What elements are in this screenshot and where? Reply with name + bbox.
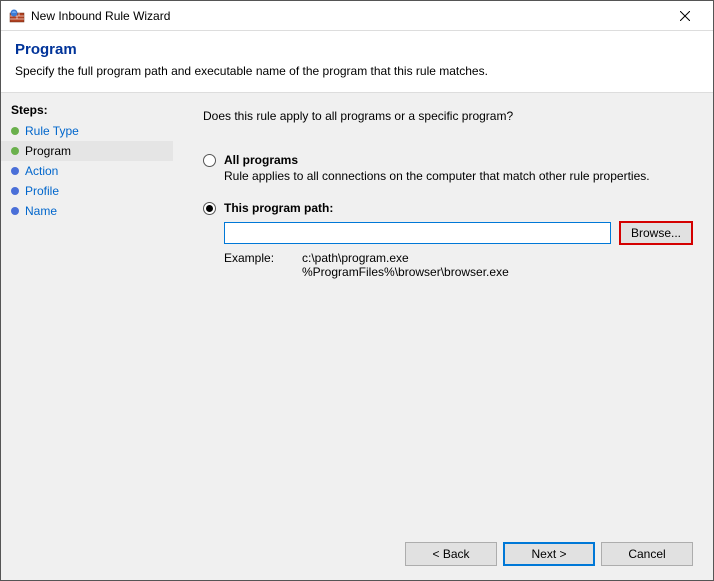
main-question: Does this rule apply to all programs or … — [203, 109, 693, 123]
step-label: Rule Type — [25, 124, 79, 138]
step-action[interactable]: Action — [1, 161, 173, 181]
step-profile[interactable]: Profile — [1, 181, 173, 201]
body-area: Steps: Rule Type Program Action Profile … — [1, 93, 713, 580]
radio-all-programs[interactable] — [203, 154, 216, 167]
radio-all-label: All programs — [224, 153, 298, 167]
window-title: New Inbound Rule Wizard — [31, 9, 665, 23]
radio-all-desc: Rule applies to all connections on the c… — [224, 169, 693, 183]
page-title: Program — [15, 41, 699, 58]
example-text: c:\path\program.exe %ProgramFiles%\brows… — [302, 251, 509, 279]
example-label: Example: — [224, 251, 302, 279]
bullet-icon — [11, 147, 19, 155]
cancel-button[interactable]: Cancel — [601, 542, 693, 566]
step-rule-type[interactable]: Rule Type — [1, 121, 173, 141]
browse-button[interactable]: Browse... — [619, 221, 693, 245]
steps-label: Steps: — [1, 101, 173, 121]
step-name[interactable]: Name — [1, 201, 173, 221]
wizard-window: New Inbound Rule Wizard Program Specify … — [0, 0, 714, 581]
bullet-icon — [11, 167, 19, 175]
bullet-icon — [11, 187, 19, 195]
firewall-icon — [9, 8, 25, 24]
bullet-icon — [11, 127, 19, 135]
program-path-input[interactable] — [224, 222, 611, 244]
back-button[interactable]: < Back — [405, 542, 497, 566]
titlebar: New Inbound Rule Wizard — [1, 1, 713, 31]
close-button[interactable] — [665, 2, 705, 30]
step-label: Profile — [25, 184, 59, 198]
radio-program-path[interactable] — [203, 202, 216, 215]
wizard-footer: < Back Next > Cancel — [203, 532, 693, 570]
main-panel: Does this rule apply to all programs or … — [173, 93, 713, 580]
bullet-icon — [11, 207, 19, 215]
step-program[interactable]: Program — [1, 141, 173, 161]
next-button[interactable]: Next > — [503, 542, 595, 566]
option-all-programs: All programs Rule applies to all connect… — [203, 153, 693, 183]
steps-sidebar: Steps: Rule Type Program Action Profile … — [1, 93, 173, 580]
step-label: Name — [25, 204, 57, 218]
step-label: Action — [25, 164, 58, 178]
option-program-path: This program path: Browse... Example: c:… — [203, 201, 693, 279]
radio-path-label: This program path: — [224, 201, 333, 215]
header-section: Program Specify the full program path an… — [1, 31, 713, 93]
step-label: Program — [25, 144, 71, 158]
page-description: Specify the full program path and execut… — [15, 64, 699, 78]
